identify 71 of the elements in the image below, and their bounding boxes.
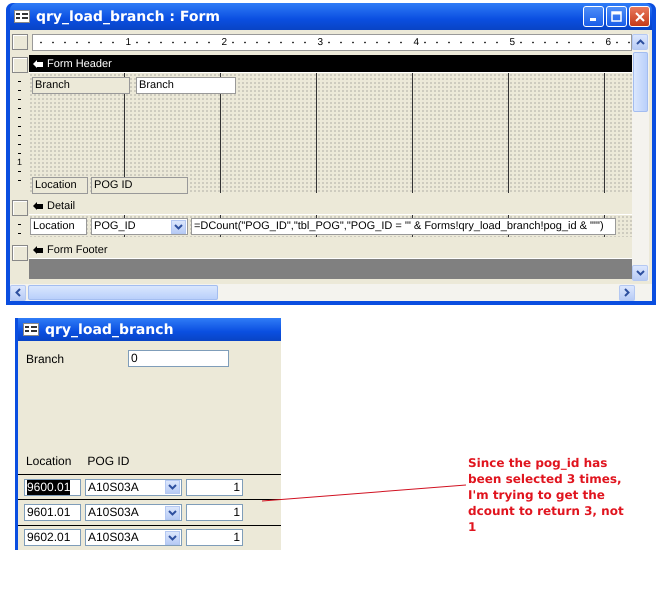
combo-box[interactable]: A10S03A bbox=[85, 529, 182, 546]
maximize-icon bbox=[611, 11, 622, 22]
ruler-number: 1 bbox=[16, 158, 22, 167]
dropdown-button[interactable] bbox=[165, 480, 180, 494]
section-title: Form Header bbox=[47, 58, 112, 70]
field-value: 9601.01 bbox=[27, 505, 70, 520]
dropdown-button[interactable] bbox=[165, 530, 180, 545]
field-label: Branch bbox=[26, 352, 66, 366]
chevron-down-icon bbox=[636, 270, 644, 276]
label-control: POG ID bbox=[91, 177, 188, 194]
text-field[interactable]: 0 bbox=[128, 350, 229, 368]
text-field[interactable]: 9600.01 bbox=[24, 478, 81, 496]
text-field[interactable]: 1 bbox=[186, 478, 243, 496]
combo-box[interactable]: A10S03A bbox=[85, 504, 182, 522]
text-box-control[interactable]: Location bbox=[30, 218, 87, 235]
ruler-number: 3 bbox=[316, 37, 324, 48]
dropdown-button[interactable] bbox=[171, 220, 186, 234]
ruler-number: 5 bbox=[508, 37, 516, 48]
form-icon bbox=[14, 10, 30, 23]
combo-value: A10S03A bbox=[88, 480, 139, 495]
text-field[interactable]: 9601.01 bbox=[24, 504, 81, 522]
combo-value: A10S03A bbox=[88, 530, 139, 546]
label-control: Branch bbox=[32, 77, 130, 94]
text-field[interactable]: 1 bbox=[186, 529, 243, 546]
field-value: 9602.01 bbox=[27, 530, 70, 546]
ruler-number: 4 bbox=[412, 37, 420, 48]
chevron-down-icon bbox=[168, 534, 177, 541]
column-header: POG ID bbox=[87, 454, 130, 468]
label-control: Location bbox=[32, 177, 88, 194]
chevron-down-icon bbox=[168, 484, 177, 490]
chevron-up-icon bbox=[636, 39, 644, 45]
ruler-number: 6 bbox=[604, 37, 612, 48]
vertical-scrollbar[interactable] bbox=[632, 34, 649, 281]
scroll-thumb[interactable] bbox=[28, 285, 218, 300]
combo-box-control[interactable]: POG_ID bbox=[91, 218, 188, 235]
section-bar[interactable]: Form Header bbox=[29, 55, 632, 73]
text-box-control[interactable]: =DCount("POG_ID","tbl_POG","POG_ID = '" & Forms!qry_load_branch!pog_id & "'") bbox=[191, 218, 616, 235]
section-title: Form Footer bbox=[47, 244, 108, 256]
section-selector[interactable] bbox=[12, 245, 28, 261]
text-box-control[interactable]: Branch bbox=[136, 77, 236, 94]
chevron-down-icon bbox=[168, 510, 177, 516]
combo-value: POG_ID bbox=[94, 219, 136, 234]
chevron-left-icon bbox=[15, 288, 21, 297]
section-title: Detail bbox=[47, 200, 76, 212]
minimize-button[interactable] bbox=[583, 6, 604, 27]
close-icon bbox=[634, 12, 644, 22]
ruler-number: 1 bbox=[124, 37, 132, 48]
combo-value: A10S03A bbox=[88, 505, 139, 520]
field-value: 9600.01 bbox=[27, 480, 70, 495]
text-field[interactable]: 9602.01 bbox=[24, 529, 81, 546]
column-header: Location bbox=[26, 454, 72, 468]
window-title: qry_load_branch bbox=[45, 322, 174, 338]
scroll-right-button[interactable] bbox=[619, 284, 635, 300]
scroll-down-button[interactable] bbox=[632, 265, 648, 281]
scroll-up-button[interactable] bbox=[632, 34, 648, 50]
window-title: qry_load_branch : Form bbox=[36, 8, 220, 24]
combo-box[interactable]: A10S03A bbox=[85, 478, 182, 496]
scroll-thumb[interactable] bbox=[633, 52, 648, 112]
chevron-right-icon bbox=[624, 288, 630, 297]
chevron-down-icon bbox=[174, 224, 183, 230]
form-icon bbox=[23, 323, 39, 336]
annotation-text: Since the pog_id has been selected 3 times, I'm trying to get the dcount to return 3, not 1 bbox=[468, 455, 625, 535]
text-field[interactable]: 1 bbox=[186, 504, 243, 522]
horizontal-scrollbar[interactable] bbox=[10, 284, 652, 301]
close-button[interactable] bbox=[629, 6, 650, 27]
dropdown-button[interactable] bbox=[165, 506, 180, 520]
maximize-button[interactable] bbox=[606, 6, 627, 27]
section-selector[interactable] bbox=[12, 57, 28, 73]
section-selector[interactable] bbox=[12, 200, 28, 216]
scroll-left-button[interactable] bbox=[10, 284, 26, 300]
ruler-number: 2 bbox=[220, 37, 228, 48]
